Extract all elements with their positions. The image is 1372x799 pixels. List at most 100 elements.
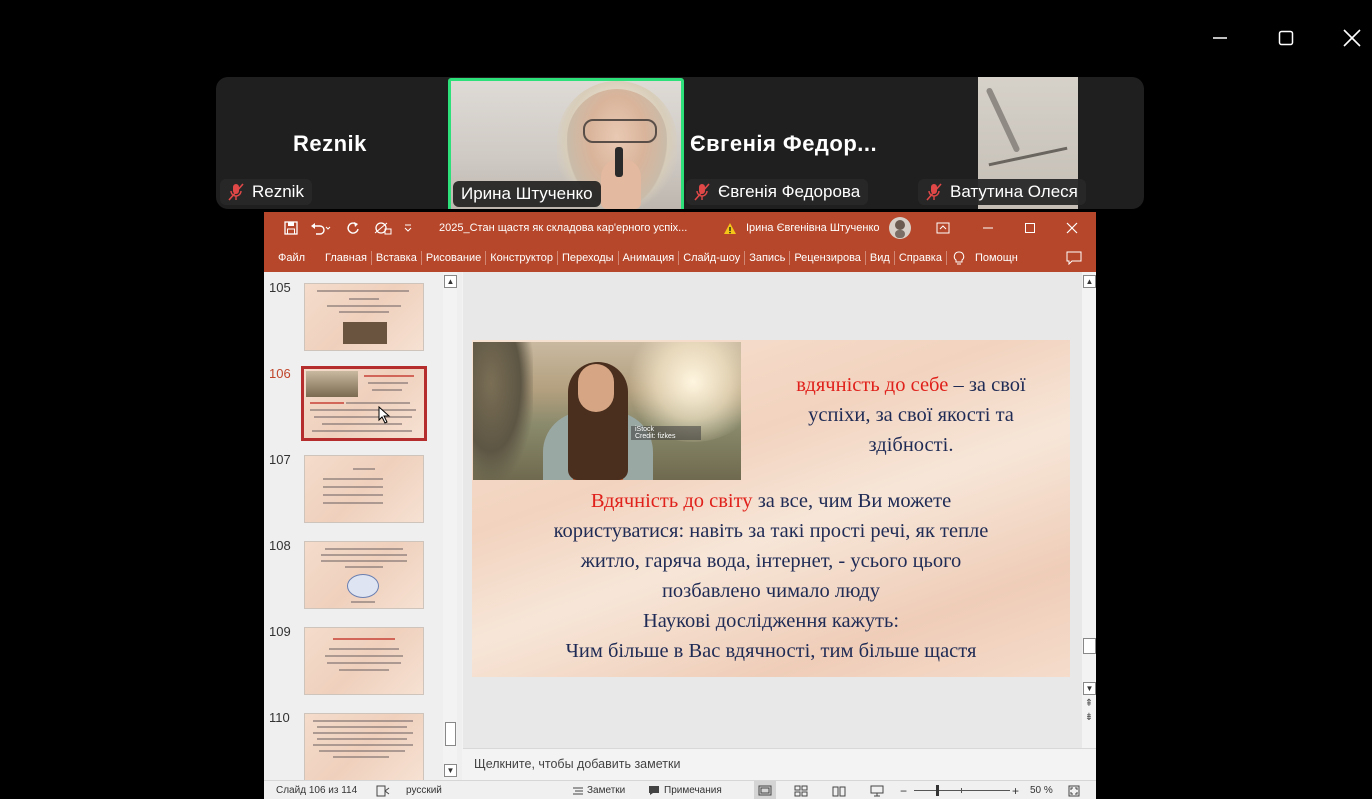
ppt-minimize-button[interactable] [982,212,994,244]
reading-view-icon [832,786,846,796]
tab-view[interactable]: Вид [866,251,895,265]
slide-sorter-button[interactable] [794,781,808,799]
slide-scrollbar[interactable]: ▲ ▼ ⇞ ⇟ [1082,272,1096,748]
current-slide[interactable]: iStock Credit: fizkes вдячність до себе … [472,340,1070,677]
slide-thumbnail-105[interactable] [304,283,424,351]
tab-insert[interactable]: Вставка [372,251,422,265]
tab-file[interactable]: Файл [264,251,321,265]
body-highlight: Вдячність до світу [590,490,753,512]
video-object [985,87,1021,153]
warning-icon [723,212,737,244]
notes-toggle-button[interactable]: Заметки [572,781,625,799]
participant-video-speaking[interactable]: Ирина Штученко [448,78,684,209]
participant-tile-fedorova[interactable]: Євгенія Федор... Євгенія Федорова [682,77,914,209]
participant-name-tag: Євгенія Федорова [686,179,869,205]
customize-quick-access-button[interactable] [404,212,412,244]
zoom-level[interactable]: 50 % [1030,781,1053,799]
tab-review[interactable]: Рецензирова [790,251,866,265]
scroll-thumb[interactable] [1083,638,1096,654]
participant-name-tag: Ирина Штученко [453,181,601,207]
from-beginning-button[interactable] [374,212,392,244]
scroll-up-arrow[interactable]: ▲ [1083,275,1096,288]
slide-thumbnail-107[interactable] [304,455,424,523]
normal-view-button[interactable] [754,781,776,799]
comments-label: Примечания [664,785,722,796]
scroll-thumb[interactable] [445,722,456,746]
comments-toggle-button[interactable]: Примечания [648,781,722,799]
thumbnail-number: 106 [269,366,291,381]
tab-animations[interactable]: Анимация [619,251,680,265]
ribbon-display-options-button[interactable] [936,212,950,244]
body-line-4: позбавлено чимало люду [661,580,881,602]
accessibility-button[interactable] [376,781,390,799]
slide-thumbnail-110[interactable] [304,713,424,781]
tab-design[interactable]: Конструктор [486,251,558,265]
video-object [988,146,1068,167]
photo-tree [473,342,533,480]
video-person-glasses [583,119,657,143]
scroll-up-arrow[interactable]: ▲ [444,275,457,288]
ppt-close-button[interactable] [1066,212,1078,244]
body-line-2: користуватися: навіть за такі прості реч… [553,520,989,542]
tab-record[interactable]: Запись [745,251,791,265]
slide-body-text: Вдячність до світу за все, чим Ви можете… [472,486,1070,666]
scroll-down-arrow[interactable]: ▼ [444,764,457,777]
slide-counter: Слайд 106 из 114 [276,785,358,796]
account-avatar[interactable] [888,212,912,244]
tab-help[interactable]: Справка [895,251,947,265]
participant-tile-reznik[interactable]: Reznik Reznik [216,77,446,209]
previous-slide-button[interactable]: ⇞ [1083,698,1095,710]
thumbnail-number: 105 [269,280,291,295]
tab-draw[interactable]: Рисование [422,251,487,265]
language-indicator[interactable]: русский [406,781,442,799]
participant-name-label: Ватутина Олеся [950,182,1078,201]
tab-home[interactable]: Главная [321,251,372,265]
mic-muted-icon [228,183,244,201]
lightbulb-icon [953,251,965,265]
mic-muted-icon [694,183,710,201]
next-slide-button[interactable]: ⇟ [1083,712,1095,724]
reading-view-button[interactable] [832,781,846,799]
thumbnails-scrollbar[interactable]: ▲ ▼ [443,272,457,780]
ppt-maximize-button[interactable] [1024,212,1036,244]
minimize-icon [983,227,993,229]
slide-edit-area: iStock Credit: fizkes вдячність до себе … [463,272,1082,748]
window-minimize-button[interactable] [1200,22,1240,54]
tab-slideshow[interactable]: Слайд-шоу [679,251,746,265]
notes-pane[interactable]: Щелкните, чтобы добавить заметки [463,748,1096,781]
slide-thumbnail-106[interactable] [301,366,427,441]
participant-tile-vatutina[interactable]: Ватутина Олеся [916,77,1144,209]
save-icon [284,221,298,235]
slide-thumbnail-108[interactable] [304,541,424,609]
minimize-icon [1213,37,1227,39]
save-button[interactable] [284,212,298,244]
redo-button[interactable] [346,212,360,244]
tab-transitions[interactable]: Переходы [558,251,619,265]
zoom-out-button[interactable]: − [900,781,907,799]
zoom-in-button[interactable]: + [1012,781,1019,799]
body-line-6: Чим більше в Вас вдячності, тим більше щ… [565,640,977,662]
maximize-icon [1278,30,1294,46]
tell-me-button[interactable]: Помощн [947,251,1018,265]
body-line-3: житло, гаряча вода, інтернет, - усього ц… [580,550,962,572]
heading-line-2: успіхи, за свої якості та [808,404,1014,426]
scroll-down-arrow[interactable]: ▼ [1083,682,1096,695]
notes-placeholder: Щелкните, чтобы добавить заметки [474,757,681,771]
window-close-button[interactable] [1332,22,1372,54]
comment-icon [1066,251,1082,266]
slideshow-view-button[interactable] [870,781,884,799]
redo-icon [347,222,359,234]
slide-thumbnail-109[interactable] [304,627,424,695]
body-line-5: Наукові дослідження кажуть: [642,610,900,632]
ribbon-tabs: Файл Главная Вставка Рисование Конструкт… [264,244,1096,272]
fit-to-window-button[interactable] [1068,781,1080,799]
zoom-slider[interactable] [914,781,1010,799]
window-maximize-button[interactable] [1266,22,1306,54]
comments-button[interactable] [1066,251,1082,268]
close-icon [1343,29,1361,47]
participant-name-label: Ирина Штученко [461,184,593,203]
ribbon-options-icon [936,222,950,234]
account-name[interactable]: Ірина Євгенівна Штученко [746,212,880,244]
zoom-slider-thumb[interactable] [936,785,939,796]
undo-button[interactable] [310,212,332,244]
